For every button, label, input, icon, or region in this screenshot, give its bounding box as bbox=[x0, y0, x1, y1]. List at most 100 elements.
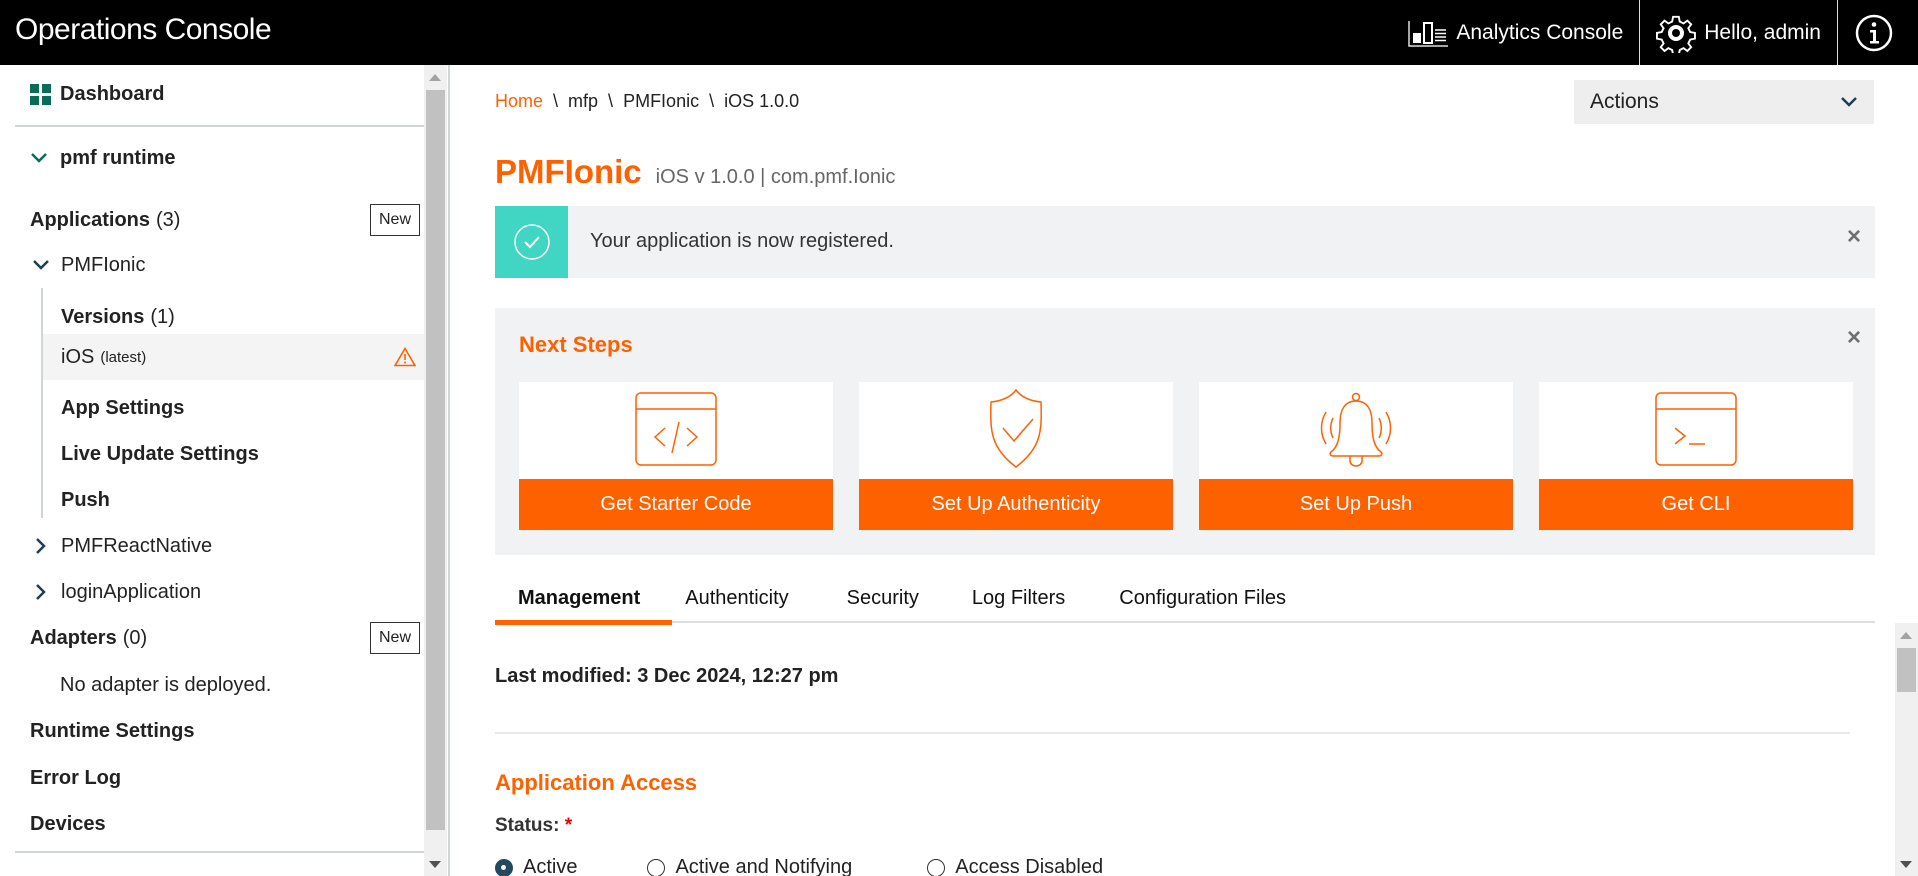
set-up-authenticity-button[interactable]: Set Up Authenticity bbox=[859, 479, 1173, 530]
breadcrumb-runtime: mfp bbox=[568, 91, 599, 111]
top-bar: Operations Console Analytics Console Hel… bbox=[0, 0, 1918, 65]
close-notification-icon[interactable]: × bbox=[1847, 223, 1861, 251]
close-next-steps-icon[interactable]: × bbox=[1847, 324, 1861, 352]
radio-selected[interactable] bbox=[495, 858, 513, 876]
tab-configuration-files[interactable]: Configuration Files bbox=[1093, 570, 1309, 626]
last-modified: Last modified: 3 Dec 2024, 12:27 pm bbox=[495, 665, 839, 687]
actions-label: Actions bbox=[1590, 90, 1659, 113]
error-log-label: Error Log bbox=[30, 766, 122, 789]
scroll-thumb[interactable] bbox=[1897, 648, 1916, 692]
app-item-pmfreactnative[interactable]: PMFReactNative bbox=[0, 523, 424, 569]
set-up-authenticity-card[interactable]: Set Up Authenticity bbox=[859, 382, 1173, 530]
warning-icon bbox=[394, 347, 416, 367]
analytics-icon bbox=[1408, 20, 1449, 47]
info-button[interactable] bbox=[1837, 0, 1918, 65]
app-name: PMFReactNative bbox=[61, 534, 213, 557]
sidebar-item-push[interactable]: Push bbox=[0, 477, 424, 523]
tab-log-filters[interactable]: Log Filters bbox=[946, 570, 1093, 626]
chevron-right-icon bbox=[36, 584, 46, 600]
scroll-up-arrow[interactable] bbox=[1900, 632, 1912, 639]
info-icon bbox=[1855, 14, 1893, 51]
empty-text: No adapter is deployed. bbox=[60, 673, 272, 696]
sidebar-scrollbar[interactable] bbox=[424, 65, 447, 876]
bell-icon bbox=[1320, 392, 1392, 467]
set-up-push-card[interactable]: Set Up Push bbox=[1199, 382, 1513, 530]
app-meta: iOS v 1.0.0 | com.pmf.Ionic bbox=[655, 166, 896, 188]
scroll-down-arrow[interactable] bbox=[429, 861, 441, 868]
analytics-console-link[interactable]: Analytics Console bbox=[1392, 0, 1639, 65]
get-cli-button[interactable]: Get CLI bbox=[1539, 479, 1853, 530]
sidebar-item-applications[interactable]: Applications (3) New bbox=[0, 200, 424, 240]
radio-label: Access Disabled bbox=[955, 856, 1104, 876]
sidebar-item-adapters[interactable]: Adapters (0) New bbox=[0, 615, 424, 661]
tab-authenticity[interactable]: Authenticity bbox=[663, 570, 818, 626]
live-update-label: Live Update Settings bbox=[61, 442, 259, 465]
get-starter-code-button[interactable]: Get Starter Code bbox=[519, 479, 833, 530]
applications-label: Applications bbox=[30, 208, 151, 231]
devices-label: Devices bbox=[30, 812, 106, 835]
divider bbox=[15, 125, 424, 127]
dashboard-icon bbox=[30, 83, 51, 105]
new-application-button[interactable]: New bbox=[369, 204, 420, 236]
user-menu[interactable]: Hello, admin bbox=[1639, 0, 1837, 65]
sidebar-item-app-settings[interactable]: App Settings bbox=[0, 385, 424, 431]
status-option-access-disabled[interactable]: Access Disabled bbox=[927, 856, 1103, 876]
sidebar-item-devices[interactable]: Devices bbox=[0, 801, 424, 847]
chevron-right-icon bbox=[36, 538, 46, 554]
radio-label: Active and Notifying bbox=[675, 856, 853, 876]
app-item-pmfionic[interactable]: PMFIonic bbox=[0, 250, 424, 280]
get-starter-code-card[interactable]: Get Starter Code bbox=[519, 382, 833, 530]
sidebar-item-dashboard[interactable]: Dashboard bbox=[0, 79, 424, 109]
status-label-text: Status: bbox=[495, 815, 560, 836]
new-adapter-button[interactable]: New bbox=[369, 622, 420, 654]
divider bbox=[495, 732, 1850, 734]
actions-dropdown[interactable]: Actions bbox=[1574, 80, 1874, 124]
status-option-active-notifying[interactable]: Active and Notifying bbox=[647, 856, 852, 876]
tab-bar: Management Authenticity Security Log Fil… bbox=[495, 570, 1309, 626]
applications-count: (3) bbox=[156, 208, 181, 231]
notification-message: Your application is now registered. bbox=[590, 230, 894, 252]
status-option-active[interactable]: Active bbox=[495, 856, 577, 876]
chevron-down-icon bbox=[31, 153, 47, 163]
terminal-icon bbox=[1655, 392, 1737, 466]
breadcrumb-separator: \ bbox=[709, 91, 715, 111]
sidebar-item-live-update[interactable]: Live Update Settings bbox=[0, 431, 424, 477]
get-cli-card[interactable]: Get CLI bbox=[1539, 382, 1853, 530]
radio-unselected[interactable] bbox=[647, 858, 666, 876]
scroll-up-arrow[interactable] bbox=[429, 74, 441, 81]
adapters-count: (0) bbox=[122, 626, 148, 649]
sidebar: Dashboard pmf runtime Applications (3) N… bbox=[0, 65, 424, 876]
set-up-push-button[interactable]: Set Up Push bbox=[1199, 479, 1513, 530]
radio-label: Active bbox=[523, 856, 578, 876]
main-scrollbar[interactable] bbox=[1895, 623, 1918, 876]
sidebar-item-ios[interactable]: iOS (latest) bbox=[43, 334, 424, 380]
sidebar-item-error-log[interactable]: Error Log bbox=[0, 755, 424, 801]
app-name: PMFIonic bbox=[61, 253, 146, 276]
adapters-empty-message: No adapter is deployed. bbox=[0, 662, 424, 708]
shield-check-icon bbox=[990, 388, 1042, 468]
breadcrumb: Home \ mfp \ PMFIonic \ iOS 1.0.0 bbox=[495, 91, 799, 112]
app-name: loginApplication bbox=[61, 580, 202, 603]
runtime-label: pmf runtime bbox=[60, 146, 176, 169]
dashboard-label: Dashboard bbox=[60, 82, 165, 105]
app-item-loginapplication[interactable]: loginApplication bbox=[0, 569, 424, 615]
versions-label: Versions bbox=[61, 305, 145, 328]
push-label: Push bbox=[61, 488, 110, 511]
breadcrumb-separator: \ bbox=[608, 91, 614, 111]
success-bar bbox=[495, 206, 568, 278]
code-window-icon bbox=[635, 392, 717, 466]
scroll-down-arrow[interactable] bbox=[1900, 861, 1912, 868]
tab-security[interactable]: Security bbox=[819, 570, 946, 626]
ios-tag: (latest) bbox=[100, 348, 147, 366]
radio-unselected[interactable] bbox=[927, 858, 946, 876]
sidebar-item-runtime-settings[interactable]: Runtime Settings bbox=[0, 708, 424, 754]
next-steps-title: Next Steps bbox=[519, 332, 633, 357]
page-title: PMFIonic iOS v 1.0.0 | com.pmf.Ionic bbox=[495, 153, 895, 191]
runtime-toggle[interactable]: pmf runtime bbox=[0, 143, 424, 173]
breadcrumb-separator: \ bbox=[553, 91, 559, 111]
tab-management[interactable]: Management bbox=[495, 570, 663, 626]
next-steps-panel: Next Steps × Get Starter Code Set Up Aut… bbox=[495, 308, 1875, 555]
app-title: Operations Console bbox=[15, 13, 272, 46]
scroll-thumb[interactable] bbox=[426, 90, 445, 830]
breadcrumb-home[interactable]: Home bbox=[495, 91, 543, 112]
